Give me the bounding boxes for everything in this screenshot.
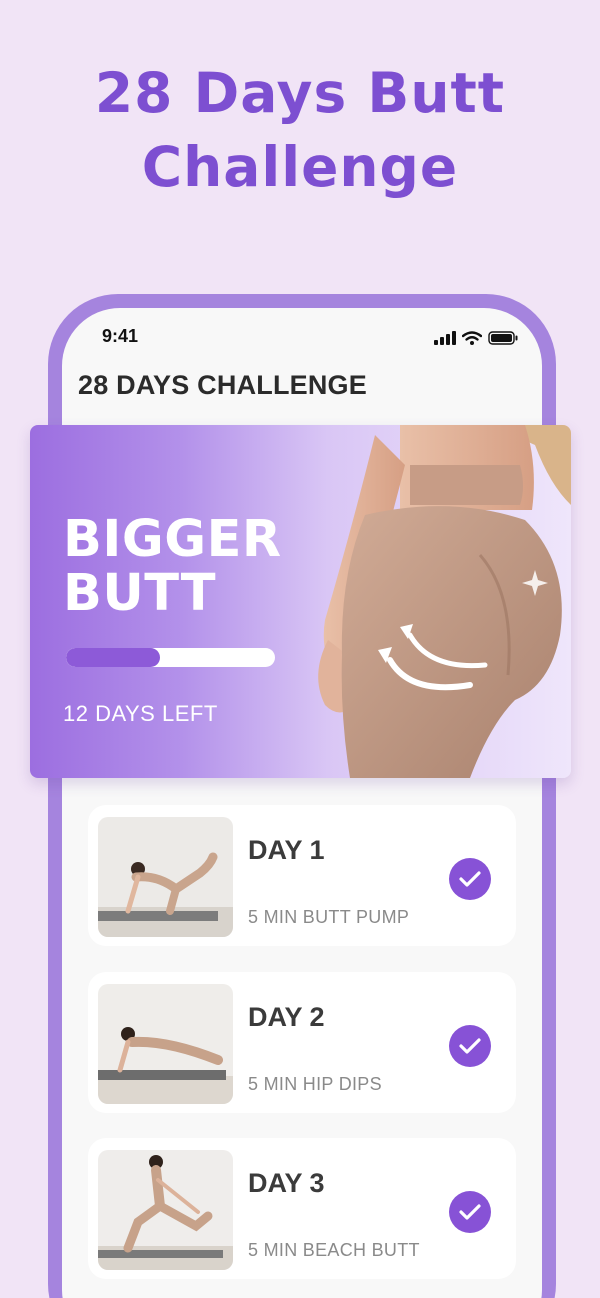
headline-line-2: Challenge [141, 135, 459, 199]
app-title: 28 DAYS CHALLENGE [78, 370, 367, 400]
promo-headline: 28 Days Butt Challenge [0, 56, 600, 204]
day-2-thumbnail [98, 984, 233, 1104]
banner-title-line-1: BIGGER [63, 510, 282, 569]
checkmark-icon[interactable] [449, 1025, 491, 1067]
days-left-label: 12 DAYS LEFT [63, 701, 218, 726]
banner-model-image [318, 425, 571, 778]
signal-icon [434, 331, 456, 345]
day-3-title: DAY 3 [248, 1168, 325, 1198]
checkmark-icon[interactable] [449, 1191, 491, 1233]
day-3-subtitle: 5 MIN BEACH BUTT [248, 1240, 420, 1260]
status-time: 9:41 [102, 326, 139, 346]
day-2-title: DAY 2 [248, 1002, 325, 1032]
day-card-1[interactable]: DAY 1 5 MIN BUTT PUMP [88, 805, 516, 946]
day-1-thumbnail [98, 817, 233, 937]
status-icons [434, 330, 518, 346]
battery-icon [488, 331, 518, 345]
day-1-title: DAY 1 [248, 835, 325, 865]
day-card-2[interactable]: DAY 2 5 MIN HIP DIPS [88, 972, 516, 1113]
headline-line-1: 28 Days Butt [94, 61, 506, 125]
banner-title-line-2: BUTT [63, 564, 217, 623]
banner-title: BIGGER BUTT [63, 513, 282, 621]
challenge-banner[interactable]: BIGGER BUTT 12 DAYS LEFT [30, 425, 571, 778]
day-3-thumbnail [98, 1150, 233, 1270]
challenge-progress-bar [66, 648, 275, 667]
wifi-icon [462, 331, 482, 345]
day-card-3[interactable]: DAY 3 5 MIN BEACH BUTT [88, 1138, 516, 1279]
checkmark-icon[interactable] [449, 858, 491, 900]
day-2-subtitle: 5 MIN HIP DIPS [248, 1074, 382, 1094]
day-1-subtitle: 5 MIN BUTT PUMP [248, 907, 410, 927]
challenge-progress-fill [66, 648, 161, 667]
